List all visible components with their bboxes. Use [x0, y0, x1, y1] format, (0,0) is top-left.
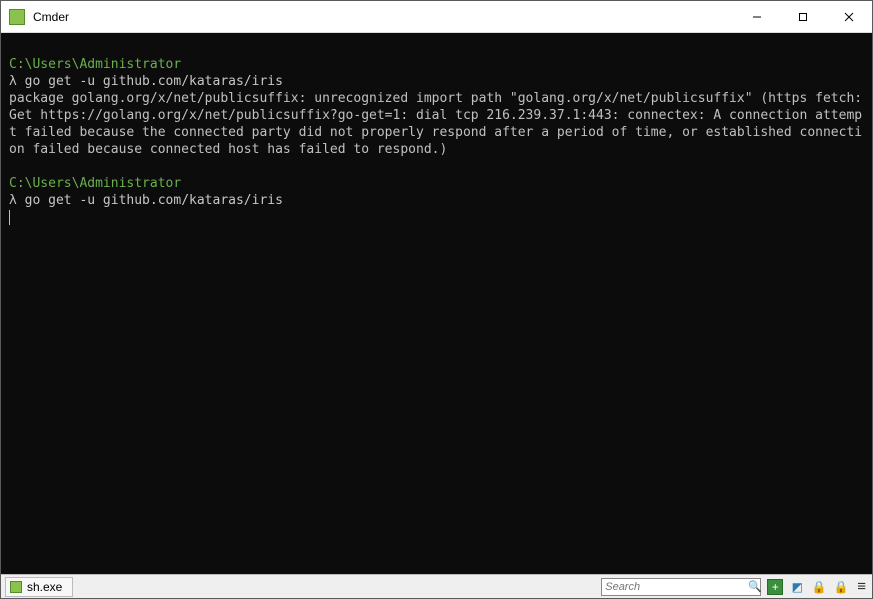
prompt-symbol: λ	[9, 193, 17, 208]
prompt-symbol: λ	[9, 74, 17, 89]
lock-icon[interactable]: 🔒	[811, 579, 827, 595]
prompt-path: C:\Users\Administrator	[9, 176, 181, 191]
titlebar[interactable]: Cmder	[1, 1, 872, 33]
tab-icon	[10, 581, 22, 593]
cursor	[9, 210, 10, 225]
search-icon[interactable]: 🔍	[748, 580, 762, 593]
tab-label: sh.exe	[27, 580, 62, 594]
window-title: Cmder	[33, 10, 734, 24]
close-button[interactable]	[826, 1, 872, 32]
output-text: package golang.org/x/net/publicsuffix: u…	[9, 91, 870, 157]
app-window: Cmder C:\Users\Administrator λ go get -u…	[0, 0, 873, 599]
toolbar-icon[interactable]: ◩	[789, 579, 805, 595]
new-tab-button[interactable]: +	[767, 579, 783, 595]
window-buttons	[734, 1, 872, 32]
command-text: go get -u github.com/kataras/iris	[25, 193, 283, 208]
terminal-area[interactable]: C:\Users\Administrator λ go get -u githu…	[1, 33, 872, 574]
maximize-button[interactable]	[780, 1, 826, 32]
app-icon	[9, 9, 25, 25]
command-text: go get -u github.com/kataras/iris	[25, 74, 283, 89]
menu-button[interactable]: ≡	[855, 578, 868, 595]
prompt-path: C:\Users\Administrator	[9, 57, 181, 72]
statusbar: sh.exe 🔍 + ◩ 🔒 🔒 ≡	[1, 574, 872, 598]
search-box[interactable]: 🔍	[601, 578, 761, 596]
lock-icon-2[interactable]: 🔒	[833, 579, 849, 595]
tab-sh-exe[interactable]: sh.exe	[5, 577, 73, 597]
search-input[interactable]	[605, 581, 748, 593]
minimize-button[interactable]	[734, 1, 780, 32]
